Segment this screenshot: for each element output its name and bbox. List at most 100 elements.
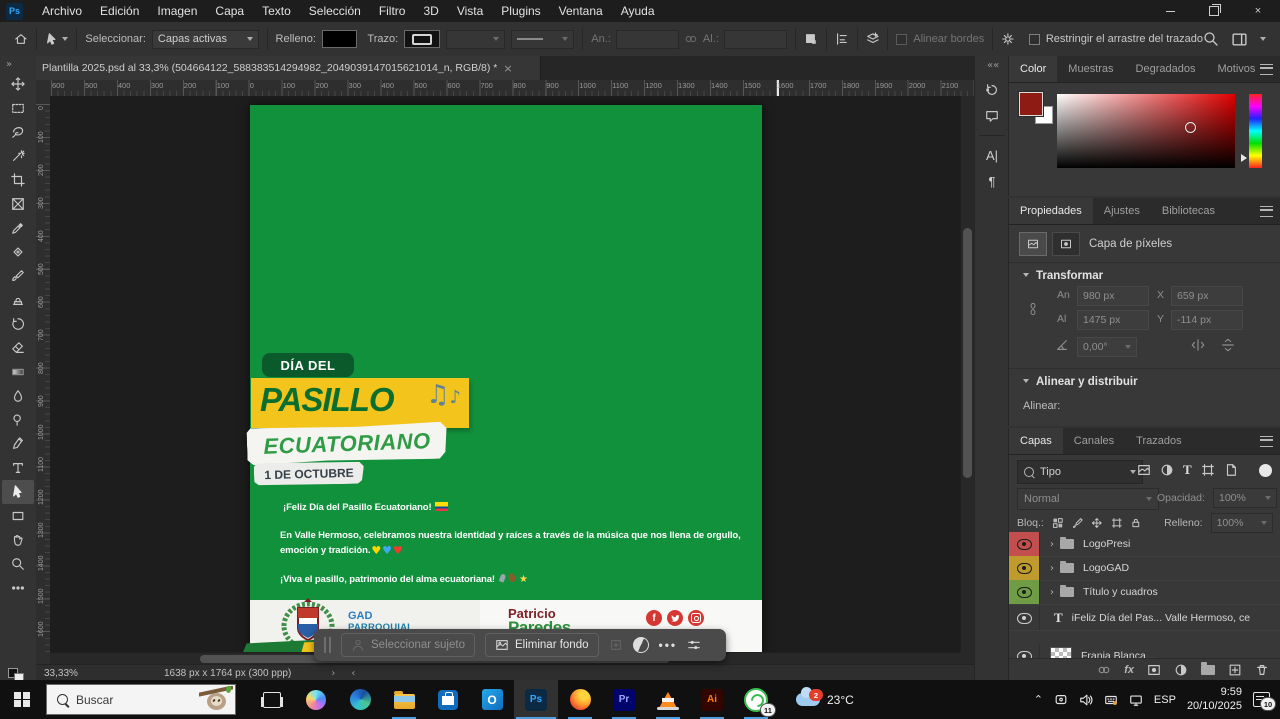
properties-tab-bibliotecas[interactable]: Bibliotecas [1151,198,1226,224]
premiere-button[interactable]: Pr [602,680,646,719]
illustrator-button[interactable]: Ai [690,680,734,719]
menu-archivo[interactable]: Archivo [33,0,91,22]
rectangle-shape-tool[interactable] [2,504,34,528]
layer-visibility-toggle[interactable] [1009,532,1040,556]
dock-collapse-icon[interactable]: «« [987,60,1009,71]
rectangular-marquee-tool[interactable] [2,96,34,120]
microsoft-store-button[interactable] [426,680,470,719]
pen-tool[interactable] [2,432,34,456]
status-next-icon[interactable]: › [331,668,335,679]
new-adjustment-icon[interactable] [1174,663,1188,677]
type-tool[interactable] [2,456,34,480]
select-mode-dropdown[interactable]: Capas activas [152,30,259,49]
layer-row-ifeliz-dia-del-pas-valle-hermoso-ce[interactable]: TiFeliz Día del Pas... Valle Hermoso, ce [1009,606,1280,631]
outlook-button[interactable]: O [470,680,514,719]
restore-button[interactable] [1192,0,1236,22]
menu-capa[interactable]: Capa [206,0,253,22]
add-mask-icon[interactable] [1147,663,1161,677]
flip-horizontal-icon[interactable] [1191,338,1205,352]
file-explorer-button[interactable] [382,680,426,719]
task-view-button[interactable] [250,680,294,719]
align-section-header[interactable]: Alinear y distribuir [1023,376,1138,388]
filter-smart-object-icon[interactable] [1224,463,1238,477]
lasso-tool[interactable] [2,120,34,144]
properties-tab-ajustes[interactable]: Ajustes [1093,198,1151,224]
properties-sliders-icon[interactable] [687,638,701,652]
path-arrangement-icon[interactable] [866,32,880,46]
filter-adjustment-icon[interactable] [1160,463,1174,477]
whatsapp-button[interactable]: 11 [734,680,778,719]
vlc-button[interactable] [646,680,690,719]
panel-menu-icon[interactable] [1260,436,1273,447]
new-layer-icon[interactable] [1228,663,1242,677]
workspace-switcher-icon[interactable] [1231,31,1248,48]
close-button[interactable]: × [1236,0,1280,22]
new-group-icon[interactable] [1201,665,1215,675]
color-tab-muestras[interactable]: Muestras [1057,56,1124,82]
character-panel-icon[interactable]: A| [975,142,1009,168]
vertical-scrollbar[interactable] [960,96,975,652]
frame-tool[interactable] [2,192,34,216]
menu-imagen[interactable]: Imagen [148,0,206,22]
photoshop-taskbar-button[interactable]: Ps [514,680,558,719]
spot-healing-brush-tool[interactable] [2,240,34,264]
saturation-brightness-field[interactable] [1057,94,1235,168]
teams-tray-icon[interactable] [1054,693,1068,707]
layer-filter-dropdown[interactable]: Tipo [1017,460,1143,484]
menu-ayuda[interactable]: Ayuda [612,0,664,22]
vertical-ruler[interactable]: 0100200300400500600700800900100011001200… [36,96,51,652]
canvas-viewport[interactable]: DÍA DEL PASILLO ♫♪ ECUATORIANO 1 DE OCTU… [50,96,960,652]
eyedropper-tool[interactable] [2,216,34,240]
gear-icon[interactable] [1001,32,1015,46]
weather-widget[interactable]: 2 23°C [796,693,854,707]
crop-tool[interactable] [2,168,34,192]
flip-vertical-icon[interactable] [1221,338,1235,352]
foreground-color-well[interactable] [1019,92,1043,116]
copilot-button[interactable] [294,680,338,719]
input-indicator-icon[interactable] [1104,693,1118,707]
path-alignment-icon[interactable] [835,32,849,46]
lock-all-icon[interactable] [1130,517,1142,529]
notification-center-icon[interactable]: 10 [1253,692,1270,707]
layer-row-logopresi[interactable]: ›LogoPresi [1009,532,1280,557]
minimize-button[interactable] [1148,0,1192,22]
filter-shape-icon[interactable] [1201,463,1215,477]
panel-menu-icon[interactable] [1260,206,1273,217]
layer-visibility-toggle[interactable] [1009,556,1040,580]
status-prev-icon[interactable]: ‹ [351,668,355,679]
delete-layer-icon[interactable] [1255,663,1269,677]
panel-menu-icon[interactable] [1260,64,1273,75]
fill-swatch[interactable] [322,30,358,48]
remove-background-button[interactable]: Eliminar fondo [485,633,599,657]
tool-preset-caret-icon[interactable] [62,37,68,41]
brush-tool[interactable] [2,264,34,288]
constrain-path-checkbox[interactable] [1029,34,1040,45]
document-tab[interactable]: Plantilla 2025.psd al 33,3% (504664122_5… [36,56,541,80]
menu-vista[interactable]: Vista [448,0,492,22]
lock-artboard-icon[interactable] [1111,517,1123,529]
menu-plugins[interactable]: Plugins [492,0,549,22]
taskbar-search-input[interactable]: Buscar [46,684,236,715]
layers-tab-canales[interactable]: Canales [1063,428,1125,454]
clone-stamp-tool[interactable] [2,288,34,312]
expand-group-icon[interactable]: › [1050,563,1054,574]
layers-tab-trazados[interactable]: Trazados [1125,428,1192,454]
hue-slider[interactable] [1249,94,1262,168]
stroke-swatch[interactable] [404,30,440,48]
poster-document[interactable]: DÍA DEL PASILLO ♫♪ ECUATORIANO 1 DE OCTU… [250,105,762,652]
edge-button[interactable] [338,680,382,719]
object-selection-tool[interactable] [2,144,34,168]
start-button[interactable] [0,680,44,719]
link-layers-icon[interactable] [1097,663,1111,677]
tray-overflow-icon[interactable]: ⌃ [1034,693,1043,706]
paragraph-panel-icon[interactable]: ¶ [975,168,1009,194]
expand-group-icon[interactable]: › [1050,539,1054,550]
history-panel-icon[interactable] [975,77,1009,103]
horizontal-ruler[interactable]: 6005004003002001000100200300400500600700… [36,80,974,97]
color-cursor-icon[interactable] [1185,122,1196,133]
zoom-tool[interactable] [2,552,34,576]
lock-transparency-icon[interactable] [1052,517,1064,529]
move-tool[interactable] [2,72,34,96]
history-brush-tool[interactable] [2,312,34,336]
lock-pixels-icon[interactable] [1072,517,1084,529]
